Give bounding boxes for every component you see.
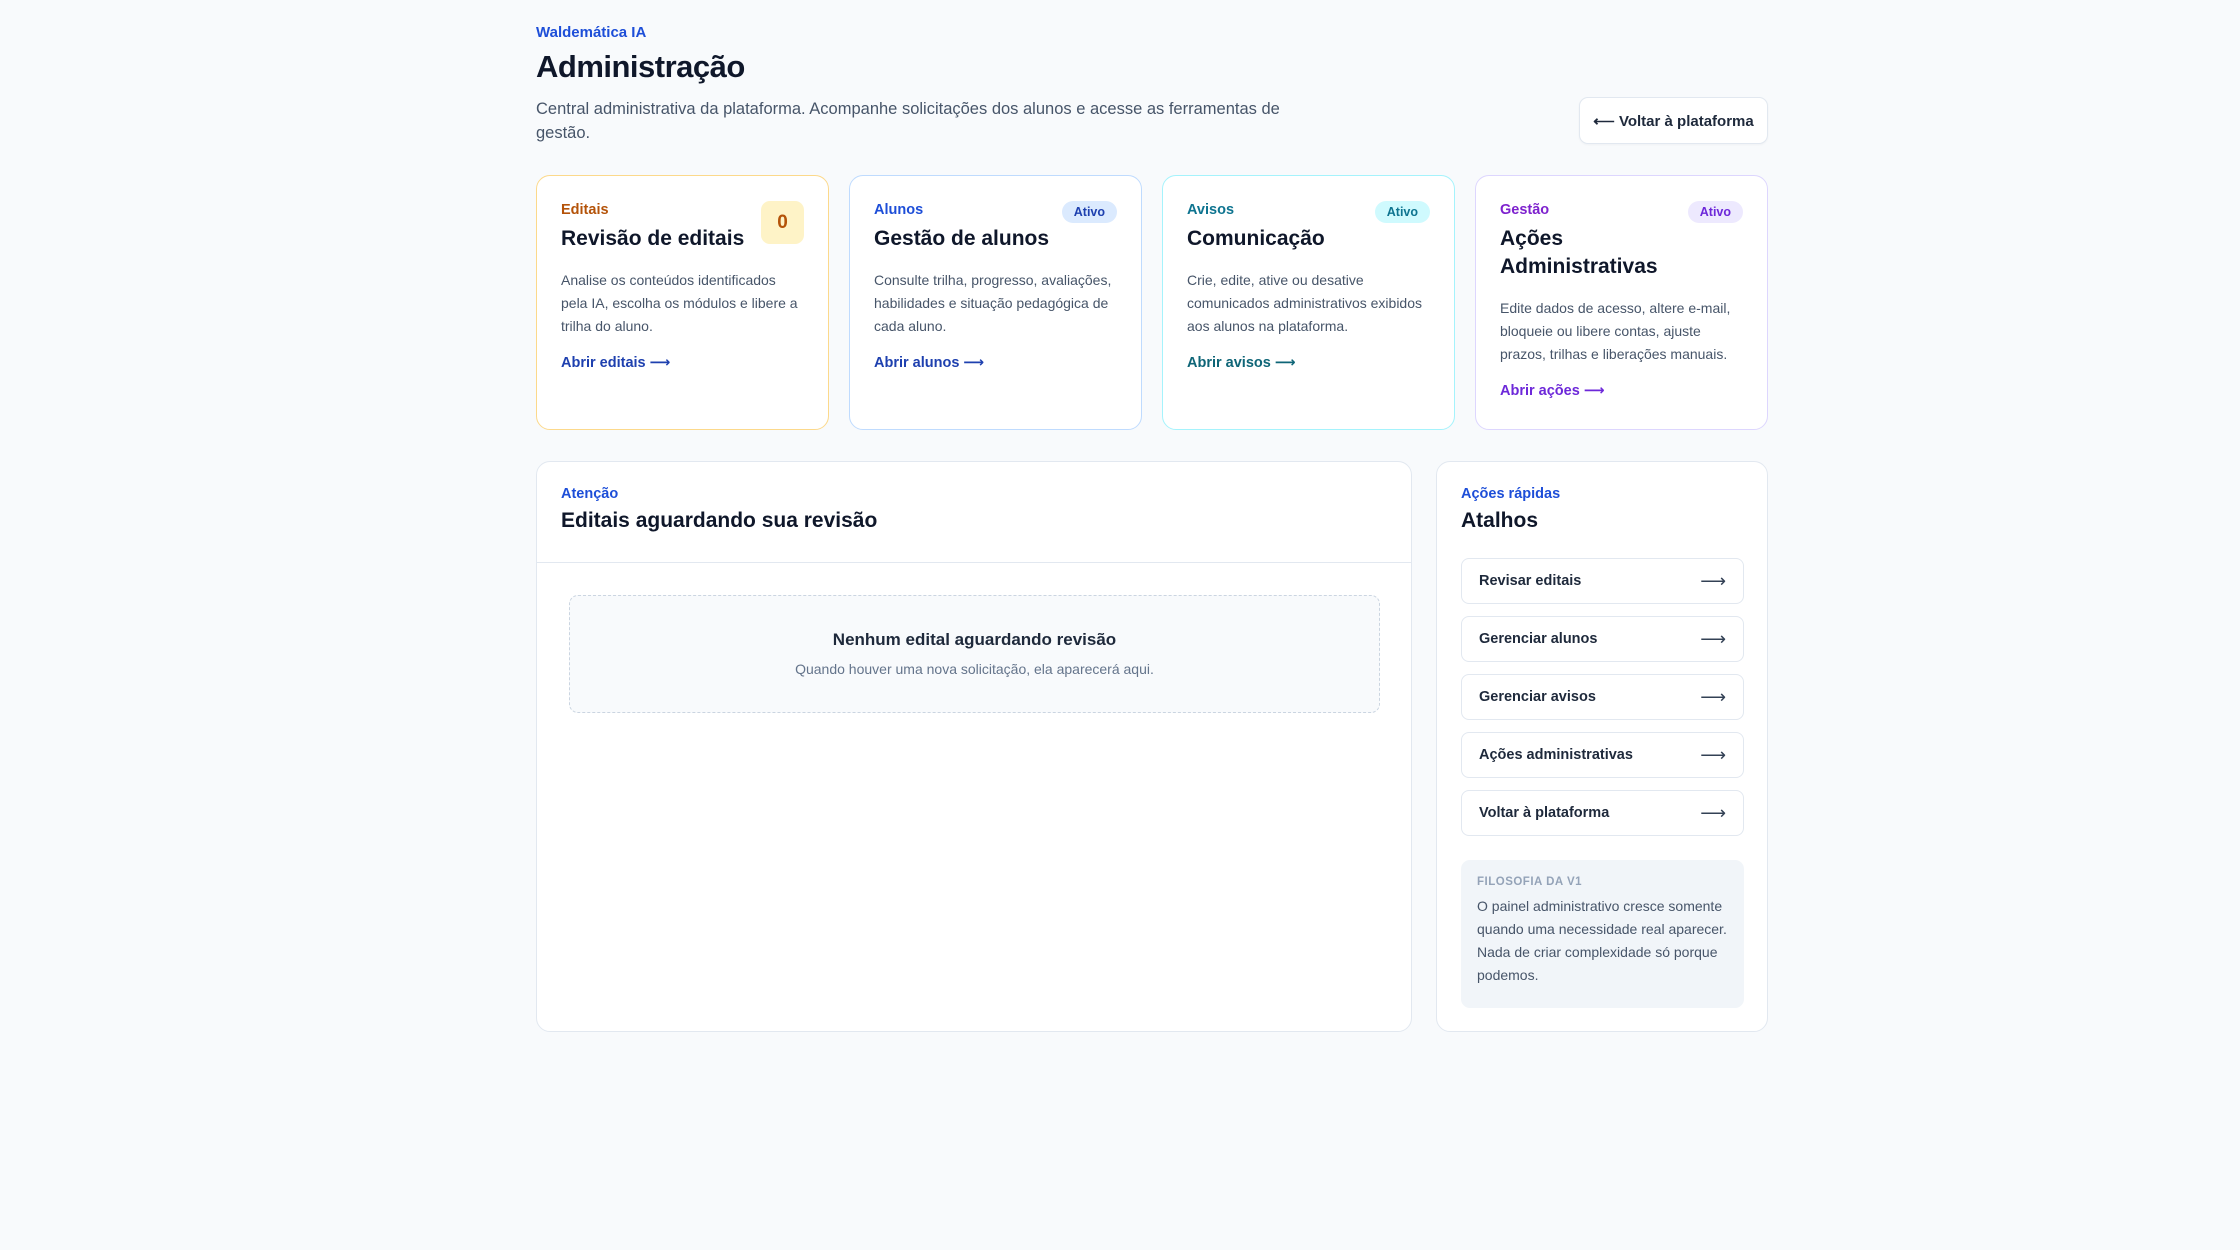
card-gestao: Gestão Ações Administrativas Ativo Edite… xyxy=(1475,175,1768,430)
review-category: Atenção xyxy=(561,486,619,502)
open-alunos-link[interactable]: Abrir alunos ⟶ xyxy=(874,355,984,371)
card-title: Ações Administrativas xyxy=(1500,227,1658,278)
shortcut-back-to-platform[interactable]: Voltar à plataforma ⟶ xyxy=(1461,790,1744,836)
card-title: Gestão de alunos xyxy=(874,227,1050,250)
shortcut-manage-students[interactable]: Gerenciar alunos ⟶ xyxy=(1461,616,1744,662)
arrow-right-icon: ⟶ xyxy=(1700,686,1726,707)
arrow-right-icon: ⟶ xyxy=(1700,744,1726,765)
card-description: Edite dados de acesso, altere e-mail, bl… xyxy=(1500,300,1731,362)
open-acoes-link[interactable]: Abrir ações ⟶ xyxy=(1500,383,1605,399)
shortcut-review-editais[interactable]: Revisar editais ⟶ xyxy=(1461,558,1744,604)
card-title: Comunicação xyxy=(1187,227,1325,250)
status-badge: Ativo xyxy=(1687,201,1743,223)
card-title: Revisão de editais xyxy=(561,227,745,250)
card-alunos: Alunos Gestão de alunos Ativo Consulte t… xyxy=(849,175,1142,430)
status-badge: Ativo xyxy=(1374,201,1430,223)
arrow-right-icon: ⟶ xyxy=(1700,570,1726,591)
page-title: Administração xyxy=(536,49,745,84)
arrow-right-icon: ⟶ xyxy=(1700,628,1726,649)
card-avisos: Avisos Comunicação Ativo Crie, edite, at… xyxy=(1162,175,1455,430)
empty-state: Nenhum edital aguardando revisão Quando … xyxy=(569,595,1380,713)
page-header: Waldemática IA Administração Central adm… xyxy=(536,0,1768,145)
open-editais-link[interactable]: Abrir editais ⟶ xyxy=(561,355,670,371)
status-badge: Ativo xyxy=(1061,201,1117,223)
shortcut-label: Gerenciar alunos xyxy=(1479,631,1598,647)
shortcuts-panel-header: Ações rápidas Atalhos xyxy=(1437,462,1767,563)
page-subtitle: Central administrativa da plataforma. Ac… xyxy=(536,100,1280,142)
arrow-right-icon: ⟶ xyxy=(1700,802,1726,823)
review-panel: Atenção Editais aguardando sua revisão N… xyxy=(536,461,1412,1032)
brand-label: Waldemática IA xyxy=(536,24,647,41)
philosophy-note: FILOSOFIA DA V1 O painel administrativo … xyxy=(1461,860,1744,1008)
philosophy-text: O painel administrativo cresce somente q… xyxy=(1477,898,1727,983)
shortcut-label: Ações administrativas xyxy=(1479,747,1633,763)
pending-count-badge: 0 xyxy=(761,201,804,244)
empty-state-title: Nenhum edital aguardando revisão xyxy=(832,630,1117,649)
shortcuts-title: Atalhos xyxy=(1461,509,1539,532)
review-panel-header: Atenção Editais aguardando sua revisão xyxy=(537,462,1411,563)
shortcuts-panel: Ações rápidas Atalhos Revisar editais ⟶ … xyxy=(1436,461,1768,1032)
module-cards: Editais Revisão de editais 0 Analise os … xyxy=(536,175,1768,430)
shortcut-admin-actions[interactable]: Ações administrativas ⟶ xyxy=(1461,732,1744,778)
shortcut-label: Gerenciar avisos xyxy=(1479,689,1596,705)
empty-state-description: Quando houver uma nova solicitação, ela … xyxy=(795,661,1154,677)
open-avisos-link[interactable]: Abrir avisos ⟶ xyxy=(1187,355,1296,371)
shortcuts-category: Ações rápidas xyxy=(1461,486,1561,502)
shortcut-manage-notices[interactable]: Gerenciar avisos ⟶ xyxy=(1461,674,1744,720)
card-editais: Editais Revisão de editais 0 Analise os … xyxy=(536,175,829,430)
philosophy-heading: FILOSOFIA DA V1 xyxy=(1477,876,1583,888)
card-description: Analise os conteúdos identificados pela … xyxy=(561,272,798,334)
shortcut-label: Revisar editais xyxy=(1479,573,1582,589)
shortcut-label: Voltar à plataforma xyxy=(1479,805,1610,821)
shortcut-list: Revisar editais ⟶ Gerenciar alunos ⟶ Ger… xyxy=(1461,558,1744,848)
admin-page: Waldemática IA Administração Central adm… xyxy=(536,0,1768,1032)
card-description: Consulte trilha, progresso, avaliações, … xyxy=(874,272,1112,334)
back-to-platform-button[interactable]: ⟵ Voltar à plataforma xyxy=(1579,97,1768,144)
card-description: Crie, edite, ative ou desative comunicad… xyxy=(1187,272,1422,334)
review-title: Editais aguardando sua revisão xyxy=(561,509,878,532)
